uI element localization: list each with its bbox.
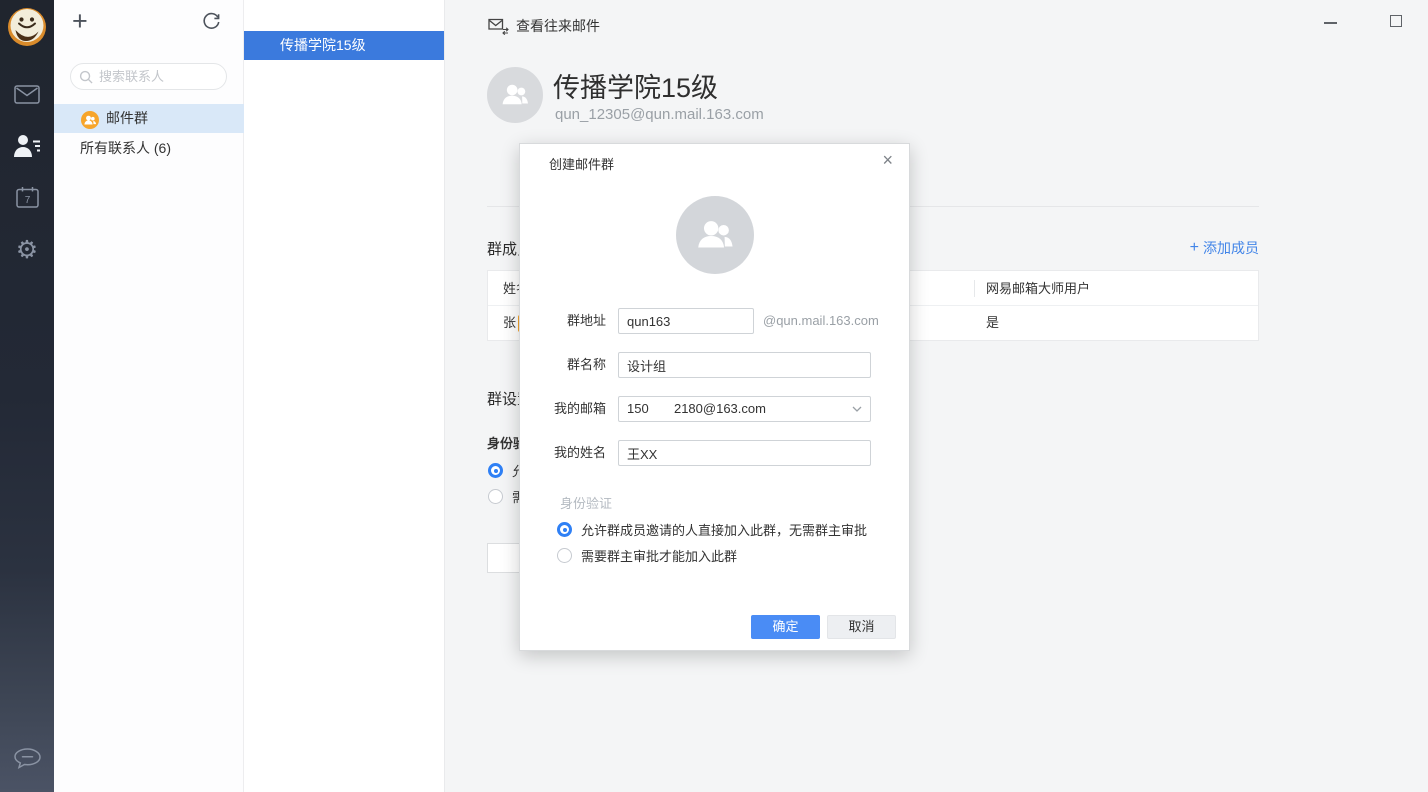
group-list-item-selected[interactable]: 传播学院15级 <box>244 31 444 60</box>
mail-nav-icon[interactable] <box>0 85 54 109</box>
option2-label: 需要群主审批才能加入此群 <box>581 546 737 565</box>
contacts-nav-icon[interactable] <box>0 132 54 163</box>
add-member-button[interactable]: + 添加成员 <box>1190 238 1259 258</box>
app-rail: 7 ⚙ <box>0 0 54 792</box>
dialog-identity-label: 身份验证 <box>560 493 612 512</box>
my-name-input[interactable] <box>618 440 871 466</box>
group-name-row: 群名称 <box>520 352 911 378</box>
member-master-user: 是 <box>986 306 999 340</box>
minimize-icon <box>1324 22 1337 24</box>
sidebar-item-all-contacts[interactable]: 所有联系人 (6) <box>54 133 244 163</box>
dialog-close-icon[interactable]: × <box>876 148 899 173</box>
calendar-nav-icon[interactable]: 7 <box>0 186 54 213</box>
group-address-label: 群地址 <box>554 308 606 334</box>
app-window: { "window_controls": { "close": "×" }, "… <box>0 0 1428 792</box>
radio-selected-icon <box>557 522 572 537</box>
column-divider <box>974 280 975 297</box>
refresh-button[interactable] <box>201 12 221 35</box>
contacts-panel: + 邮件群 所有联系人 (6) <box>54 0 244 792</box>
plus-icon: + <box>1190 239 1199 257</box>
mail-groups-label: 邮件群 <box>106 104 148 133</box>
search-contacts-box <box>70 63 227 90</box>
group-address-suffix: @qun.mail.163.com <box>763 308 879 334</box>
my-email-value: 150 2180@163.com <box>627 397 766 421</box>
feedback-chat-icon[interactable] <box>0 748 54 774</box>
add-member-label: 添加成员 <box>1203 238 1259 258</box>
radio-unselected-icon <box>557 548 572 563</box>
group-address-input[interactable] <box>618 308 754 334</box>
window-controls: × <box>1318 0 1428 40</box>
view-mail-action[interactable]: 查看往来邮件 <box>488 16 600 36</box>
member-name: 张 <box>503 306 516 340</box>
mail-exchange-icon <box>488 18 509 35</box>
radio-allow-invite[interactable]: 允许群成员邀请的人直接加入此群，无需群主审批 <box>557 520 867 539</box>
group-list-panel: 传播学院15级 <box>244 0 445 792</box>
sidebar-item-mail-groups[interactable]: 邮件群 <box>54 104 244 133</box>
chevron-down-icon <box>852 406 862 412</box>
view-mail-label: 查看往来邮件 <box>516 16 600 36</box>
app-logo-icon[interactable] <box>7 7 47 47</box>
col-master-user: 网易邮箱大师用户 <box>986 271 1090 306</box>
minimize-button[interactable] <box>1318 0 1348 34</box>
group-email: qun_12305@qun.mail.163.com <box>555 106 764 123</box>
close-window-button[interactable]: × <box>1382 0 1412 34</box>
maximize-button[interactable] <box>1351 0 1381 34</box>
option1-label: 允许群成员邀请的人直接加入此群，无需群主审批 <box>581 520 867 539</box>
my-name-row: 我的姓名 <box>520 440 911 466</box>
all-contacts-label: 所有联系人 (6) <box>80 133 171 163</box>
my-email-row: 我的邮箱 150 2180@163.com <box>520 396 911 422</box>
search-icon <box>79 70 93 84</box>
my-name-label: 我的姓名 <box>554 440 606 466</box>
dialog-title: 创建邮件群 <box>549 154 614 173</box>
group-name-input[interactable] <box>618 352 871 378</box>
add-contact-button[interactable]: + <box>72 4 88 38</box>
ok-button[interactable]: 确定 <box>751 615 820 639</box>
search-input[interactable] <box>99 69 214 84</box>
radio-unselected-icon <box>488 489 503 504</box>
svg-text:7: 7 <box>24 195 30 206</box>
create-mail-group-dialog: 创建邮件群 × 群地址 @qun.mail.163.com 群名称 我的邮箱 1… <box>519 143 910 651</box>
group-title: 传播学院15级 <box>553 66 718 105</box>
group-name-label: 群名称 <box>554 352 606 378</box>
radio-require-approval[interactable]: 需要群主审批才能加入此群 <box>557 546 737 565</box>
my-email-select[interactable]: 150 2180@163.com <box>618 396 871 422</box>
my-email-label: 我的邮箱 <box>554 396 606 422</box>
group-avatar <box>487 67 543 123</box>
cancel-button[interactable]: 取消 <box>827 615 896 639</box>
new-group-avatar <box>676 196 754 274</box>
settings-nav-icon[interactable]: ⚙ <box>0 236 54 264</box>
group-address-row: 群地址 @qun.mail.163.com <box>520 308 911 334</box>
radio-selected-icon <box>488 463 503 478</box>
